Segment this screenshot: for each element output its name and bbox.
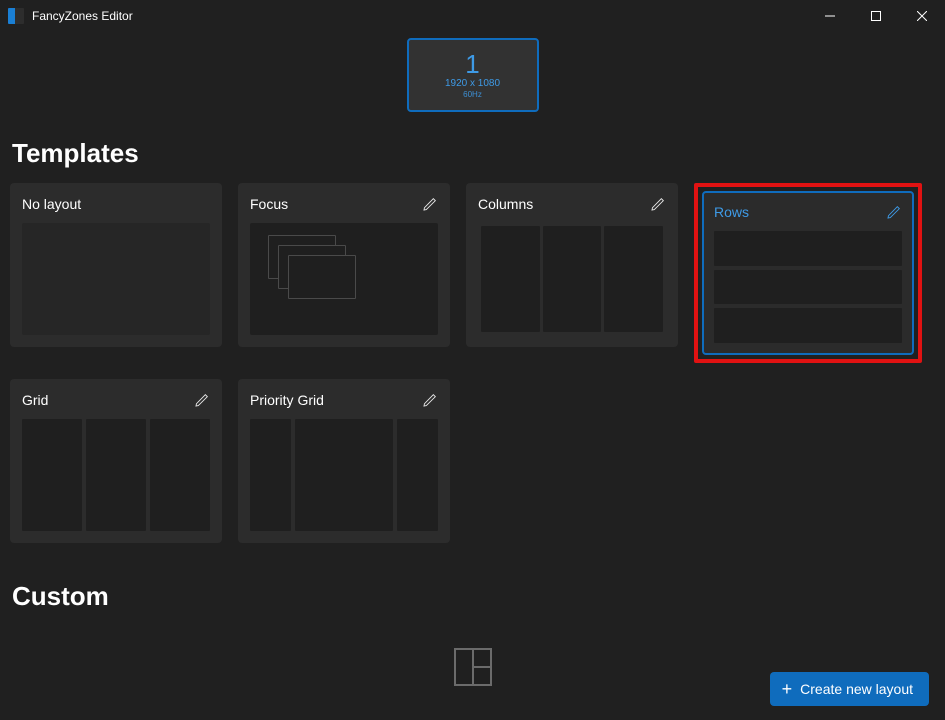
template-card-columns[interactable]: Columns (466, 183, 678, 347)
zone-tile (481, 226, 540, 332)
card-title: Grid (22, 392, 48, 408)
templates-heading: Templates (12, 138, 933, 169)
minimize-button[interactable] (807, 0, 853, 32)
monitor-number: 1 (465, 51, 479, 77)
card-title: No layout (22, 196, 81, 212)
pencil-icon (650, 196, 666, 212)
zone-tile (22, 419, 82, 531)
edit-button[interactable] (422, 392, 438, 408)
template-cards: No layout Focus Columns (10, 183, 935, 543)
edit-button[interactable] (194, 392, 210, 408)
layout-preview-priority-grid (250, 419, 438, 531)
maximize-icon (871, 11, 881, 21)
monitor-selector-row: 1 1920 x 1080 60Hz (0, 32, 945, 130)
app-icon (8, 8, 24, 24)
annotation-highlight: Rows (694, 183, 922, 363)
template-card-focus[interactable]: Focus (238, 183, 450, 347)
zone-tile (250, 419, 291, 531)
card-title: Focus (250, 196, 288, 212)
focus-rect (288, 255, 356, 299)
zone-tile (150, 419, 210, 531)
layout-preview-focus (250, 223, 438, 335)
monitor-card-1[interactable]: 1 1920 x 1080 60Hz (407, 38, 539, 112)
layout-preview-grid (22, 419, 210, 531)
edit-button[interactable] (650, 196, 666, 212)
zone-tile (714, 270, 902, 305)
monitor-refresh: 60Hz (463, 91, 482, 99)
custom-heading: Custom (12, 581, 933, 612)
window-controls (807, 0, 945, 32)
pencil-icon (886, 204, 902, 220)
template-card-priority-grid[interactable]: Priority Grid (238, 379, 450, 543)
zone-tile (543, 226, 602, 332)
maximize-button[interactable] (853, 0, 899, 32)
zone-tile (86, 419, 146, 531)
close-button[interactable] (899, 0, 945, 32)
layout-preview-rows (714, 231, 902, 343)
zone-tile (604, 226, 663, 332)
create-new-layout-button[interactable]: + Create new layout (770, 672, 929, 706)
title-bar: FancyZones Editor (0, 0, 945, 32)
card-title: Columns (478, 196, 533, 212)
title-bar-left: FancyZones Editor (0, 8, 133, 24)
edit-button[interactable] (422, 196, 438, 212)
layout-preview-none (22, 223, 210, 335)
template-card-rows[interactable]: Rows (702, 191, 914, 355)
template-card-grid[interactable]: Grid (10, 379, 222, 543)
zone-tile (714, 231, 902, 266)
app-title: FancyZones Editor (32, 9, 133, 23)
card-title: Rows (714, 204, 749, 220)
plus-icon: + (782, 680, 793, 698)
minimize-icon (825, 11, 835, 21)
empty-layout-icon (454, 648, 492, 686)
create-button-label: Create new layout (800, 681, 913, 697)
monitor-resolution: 1920 x 1080 (445, 79, 500, 89)
close-icon (917, 11, 927, 21)
zone-tile (397, 419, 438, 531)
card-title: Priority Grid (250, 392, 324, 408)
pencil-icon (422, 196, 438, 212)
main-content: Templates No layout Focus (0, 138, 945, 686)
zone-tile (295, 419, 392, 531)
edit-button[interactable] (886, 204, 902, 220)
layout-preview-columns (478, 223, 666, 335)
zone-tile (714, 308, 902, 343)
pencil-icon (422, 392, 438, 408)
pencil-icon (194, 392, 210, 408)
template-card-no-layout[interactable]: No layout (10, 183, 222, 347)
